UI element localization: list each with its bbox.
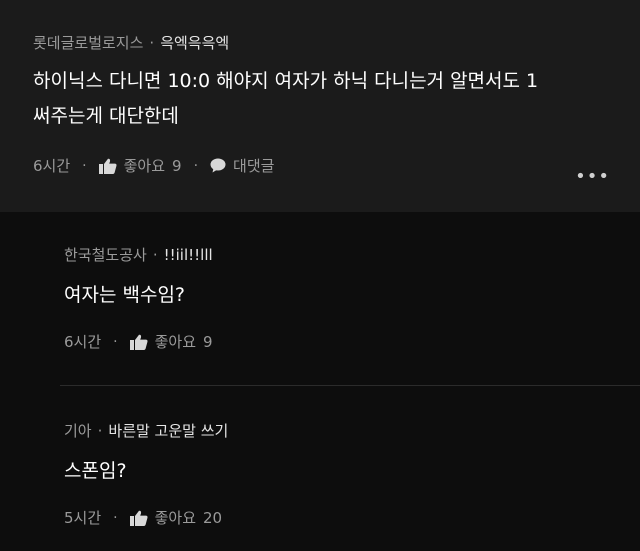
reply-label: 대댓글	[233, 157, 275, 175]
more-dots-icon[interactable]: •••	[575, 166, 610, 187]
reply-nickname[interactable]: !!iil!!lll	[164, 246, 213, 264]
comment-text: 하이닉스 다니면 10:0 해야지 여자가 하닉 다니는거 알면서도 1 써주는…	[33, 64, 538, 134]
comment-meta: 롯데글로벌로지스 · 윽엑윽윽엑	[33, 32, 229, 53]
like-count: 9	[203, 332, 213, 351]
reply-meta: 한국철도공사 · !!iil!!lll	[64, 244, 213, 265]
reply-actions: 5시간 · 좋아요 20	[64, 507, 222, 528]
like-button[interactable]: 좋아요 9	[98, 155, 182, 176]
like-button[interactable]: 좋아요 20	[129, 507, 223, 528]
reply-time: 5시간	[64, 509, 102, 527]
like-label: 좋아요	[154, 509, 197, 527]
reply-author[interactable]: 기아	[64, 420, 92, 441]
reply-button[interactable]: 대댓글	[210, 155, 274, 176]
action-separator: ·	[113, 333, 118, 350]
reply-author[interactable]: 한국철도공사	[64, 244, 147, 265]
reply-text: 스폰임?	[64, 460, 127, 482]
speech-bubble-icon	[210, 158, 226, 173]
comment-actions: 6시간 · 좋아요 9 · 대댓글	[33, 155, 274, 176]
comment-card: 롯데글로벌로지스 · 윽엑윽윽엑 하이닉스 다니면 10:0 해야지 여자가 하…	[0, 0, 640, 212]
thumbs-up-icon	[129, 334, 148, 350]
thumbs-up-icon	[129, 510, 148, 526]
reply-actions: 6시간 · 좋아요 9	[64, 331, 213, 352]
comment-nickname[interactable]: 윽엑윽윽엑	[160, 32, 229, 53]
meta-separator: ·	[97, 421, 103, 440]
like-label: 좋아요	[154, 333, 197, 351]
thumbs-up-icon	[98, 158, 117, 174]
reply-divider	[60, 385, 640, 386]
action-separator: ·	[113, 509, 118, 526]
comment-text-line: 하이닉스 다니면 10:0 해야지 여자가 하닉 다니는거 알면서도 1	[33, 70, 539, 92]
like-button[interactable]: 좋아요 9	[129, 331, 213, 352]
like-label: 좋아요	[123, 157, 166, 175]
like-count: 9	[172, 156, 182, 175]
action-separator: ·	[82, 157, 87, 174]
meta-separator: ·	[149, 33, 155, 52]
meta-separator: ·	[152, 245, 158, 264]
reply-nickname[interactable]: 바른말 고운말 쓰기	[108, 420, 228, 441]
reply-text: 여자는 백수임?	[64, 284, 186, 306]
reply-meta: 기아 · 바른말 고운말 쓰기	[64, 420, 228, 441]
comment-text-line: 써주는게 대단한데	[33, 105, 179, 127]
action-separator: ·	[193, 157, 199, 174]
comment-author[interactable]: 롯데글로벌로지스	[33, 32, 143, 53]
like-count: 20	[203, 508, 223, 527]
comment-time: 6시간	[33, 157, 71, 175]
reply-time: 6시간	[64, 333, 102, 351]
